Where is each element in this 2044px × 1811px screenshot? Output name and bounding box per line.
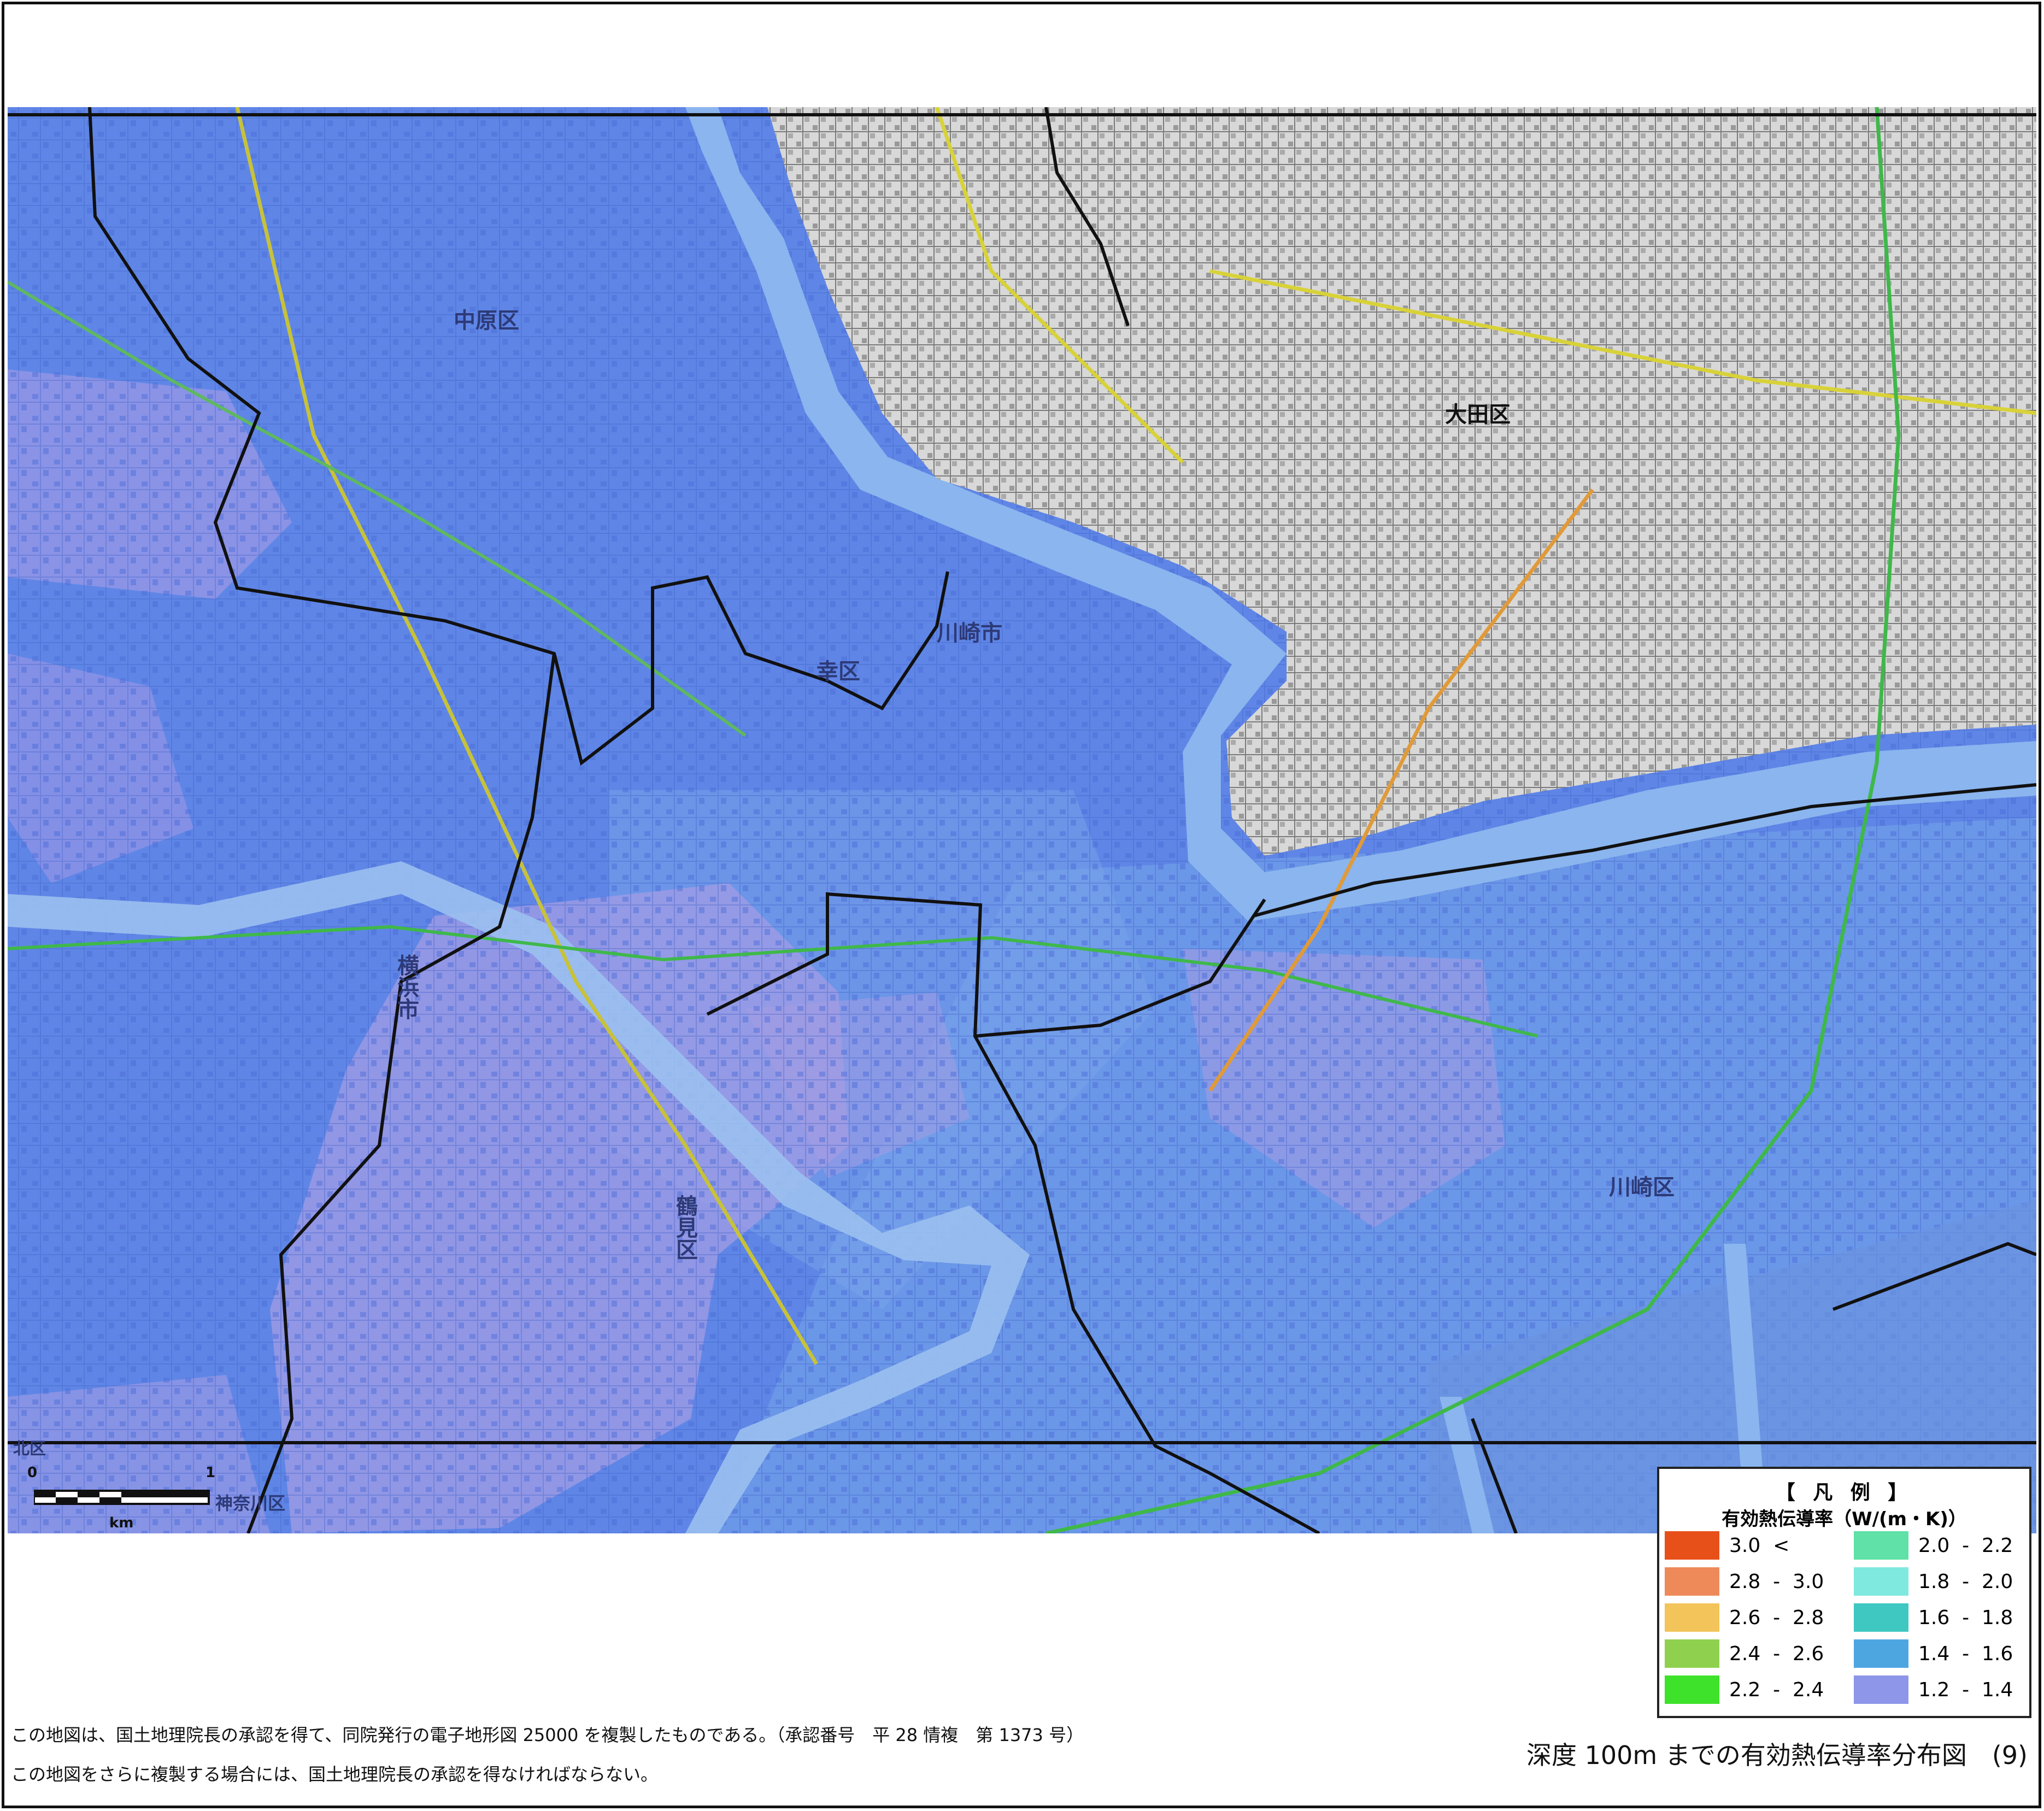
legend-label: 1.6 - 1.8 [1918, 1606, 2013, 1629]
legend-swatch [1854, 1531, 1908, 1560]
legend-label: 2.0 - 2.2 [1918, 1534, 2013, 1557]
legend-item: 2.4 - 2.6 [1665, 1639, 1824, 1668]
legend-item: 1.6 - 1.8 [1854, 1603, 2013, 1632]
legend-label: 2.8 - 3.0 [1729, 1570, 1824, 1593]
legend-label: 2.4 - 2.6 [1729, 1642, 1824, 1665]
legend-item: 1.2 - 1.4 [1854, 1675, 2013, 1704]
footer-copyright-note: この地図は、国土地理院長の承認を得て、同院発行の電子地形図 25000 を複製し… [11, 1725, 1084, 1745]
legend-title: 【 凡 例 】 [1775, 1481, 1913, 1504]
scale-unit-label: km [109, 1515, 134, 1531]
map-area[interactable]: 中原区 幸区 川崎市 大田区 横浜市 鶴見区 川崎区 神奈川区 北区 [8, 107, 2036, 1533]
legend-item: 2.6 - 2.8 [1665, 1603, 1824, 1632]
footer-reproduction-note: この地図をさらに複製する場合には、国土地理院長の承認を得なければならない。 [11, 1764, 659, 1785]
legend-label: 1.8 - 2.0 [1918, 1570, 2013, 1593]
map-canvas [8, 107, 2036, 1533]
place-label-nakahara: 中原区 [454, 308, 519, 333]
legend-item: 2.2 - 2.4 [1665, 1675, 1824, 1704]
legend-swatch [1854, 1675, 1908, 1704]
scale-bar-graphic [34, 1490, 210, 1505]
legend-label: 1.4 - 1.6 [1918, 1642, 2013, 1665]
legend-swatch [1665, 1603, 1719, 1632]
map-title: 深度 100m までの有効熱伝導率分布図 (9) [1526, 1741, 2028, 1770]
legend-swatch [1665, 1531, 1719, 1560]
legend-swatch [1854, 1567, 1908, 1596]
legend-swatch [1854, 1603, 1908, 1632]
legend-swatch [1665, 1675, 1719, 1704]
legend-item: 2.8 - 3.0 [1665, 1567, 1824, 1596]
legend-swatch [1665, 1639, 1719, 1668]
place-label-ota: 大田区 [1445, 402, 1511, 427]
legend-label: 2.2 - 2.4 [1729, 1678, 1824, 1701]
legend: 【 凡 例 】 有効熱伝導率（W/(m・K)） 3.0 < 2.8 - 3.0 … [1657, 1467, 2031, 1718]
scale-start-label: 0 [27, 1465, 38, 1481]
place-label-tsurumi: 鶴見区 [672, 1195, 697, 1260]
legend-label: 1.2 - 1.4 [1918, 1678, 2013, 1701]
legend-label: 2.6 - 2.8 [1729, 1606, 1824, 1629]
legend-swatch [1854, 1639, 1908, 1668]
scale-bar: 0 1 km [27, 1465, 224, 1531]
place-label-saiwai: 幸区 [817, 659, 860, 684]
legend-item: 1.8 - 2.0 [1854, 1567, 2013, 1596]
place-label-kita: 北区 [13, 1439, 46, 1459]
legend-item: 1.4 - 1.6 [1854, 1639, 2013, 1668]
legend-label: 3.0 < [1729, 1534, 1790, 1557]
scale-end-label: 1 [205, 1465, 216, 1481]
place-label-yokohama-city: 横浜市 [393, 954, 419, 1020]
place-label-kawasaki-ward: 川崎区 [1609, 1175, 1675, 1200]
legend-item: 2.0 - 2.2 [1854, 1531, 2013, 1560]
legend-swatch [1665, 1567, 1719, 1596]
legend-subtitle: 有効熱伝導率（W/(m・K)） [1722, 1508, 1967, 1530]
place-label-kawasaki-city: 川崎市 [937, 621, 1002, 646]
legend-item: 3.0 < [1665, 1531, 1789, 1560]
